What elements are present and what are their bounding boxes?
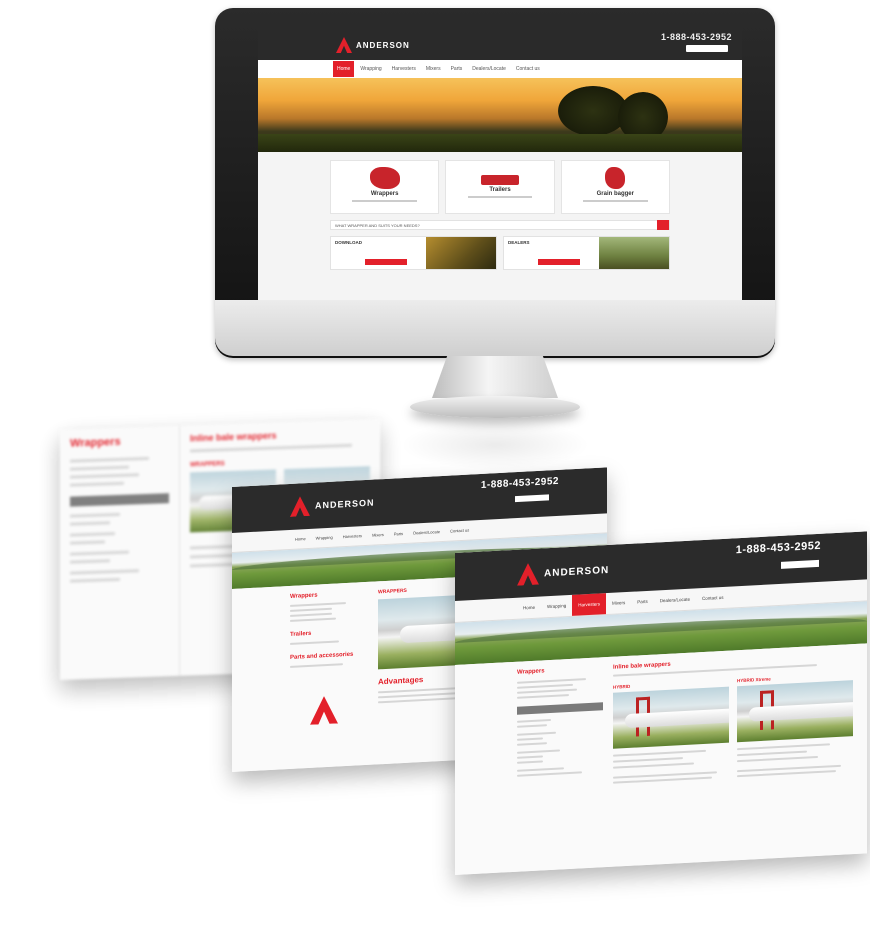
search-input[interactable] [686, 45, 728, 52]
search-input[interactable] [781, 559, 819, 569]
nav-parts[interactable]: Parts [389, 524, 408, 544]
nav-dealers[interactable]: Dealers/Locate [654, 588, 696, 611]
anderson-logo[interactable]: ANDERSON [517, 559, 609, 586]
nav-parts[interactable]: Parts [631, 591, 654, 613]
product-card-trailers[interactable]: Trailers [445, 160, 555, 214]
product-subline [583, 200, 648, 202]
anderson-a-icon [310, 695, 338, 724]
bale-wrapper-icon [369, 167, 400, 189]
monitor-stand-base [410, 396, 580, 418]
product-label: Grain bagger [596, 191, 634, 197]
nav-mixers[interactable]: Mixers [422, 61, 445, 77]
logo-wordmark: ANDERSON [356, 40, 410, 50]
sidebar-section: Parts and accessories [290, 651, 354, 661]
nav-home[interactable]: Home [333, 61, 355, 77]
product-card-grain-bagger[interactable]: Grain bagger [560, 160, 670, 214]
sidebar: Wrappers Trailers Parts and accessories [232, 582, 372, 772]
finder-text: WHAT WRAPPER AND SUITS YOUR NEEDS? [335, 223, 420, 228]
promo-download[interactable]: DOWNLOAD [330, 236, 497, 270]
phone-number: 1-888-453-2952 [660, 32, 732, 42]
monitor-screen: ANDERSON 1-888-453-2952 Home Wrapping Ha… [258, 28, 742, 300]
anderson-a-icon [517, 563, 539, 586]
sidebar: Wrappers [455, 657, 607, 875]
sidebar-title: Wrappers [517, 668, 545, 676]
nav-contact[interactable]: Contact us [445, 520, 474, 541]
nav-parts[interactable]: Parts [447, 61, 467, 77]
nav-wrapping[interactable]: Wrapping [311, 527, 338, 547]
hero-sunset-image [258, 78, 742, 152]
sidebar-section: Trailers [290, 630, 312, 638]
phone-number: 1-888-453-2952 [735, 539, 821, 557]
search-input[interactable] [515, 494, 549, 503]
tree-silhouette [558, 86, 628, 136]
monitor-stand-neck [432, 356, 558, 398]
content: Inline bale wrappers HYBRID HYBRID Xtrem… [607, 643, 867, 867]
logo-wordmark: ANDERSON [315, 497, 375, 511]
nav-harvesters[interactable]: Harvesters [338, 526, 367, 547]
phone-number: 1-888-453-2952 [480, 475, 559, 491]
grain-bagger-icon [605, 167, 626, 189]
content-title: Inline bale wrappers [190, 430, 277, 444]
product-label: Trailers [489, 187, 511, 193]
anderson-logo[interactable]: ANDERSON [336, 37, 410, 53]
bale-wrapper-photo [737, 680, 853, 743]
sidebar-title: Wrappers [290, 592, 318, 600]
finder-arrow-icon[interactable] [657, 220, 669, 230]
product-finder-bar[interactable]: WHAT WRAPPER AND SUITS YOUR NEEDS? [330, 220, 670, 230]
nav-home[interactable]: Home [290, 529, 311, 549]
promo-button[interactable] [538, 259, 580, 265]
bale-wrapper-photo [613, 686, 729, 749]
nav-mixers[interactable]: Mixers [606, 592, 631, 614]
product-cards: Wrappers Trailers Grain bagger [258, 152, 742, 214]
hero-field [258, 134, 742, 152]
nav-dealers[interactable]: Dealers/Locate [408, 522, 445, 543]
nav-harvesters[interactable]: Harvesters [388, 61, 420, 77]
product-subline [467, 196, 533, 198]
card-title: WRAPPERS [190, 461, 225, 469]
anderson-a-icon [290, 496, 310, 517]
nav-harvesters[interactable]: Harvesters [572, 593, 606, 616]
product-card-wrappers[interactable]: Wrappers [330, 160, 440, 214]
logo-wordmark: ANDERSON [544, 564, 610, 579]
product-card[interactable]: HYBRID [613, 679, 729, 784]
sidebar-title: Wrappers [70, 435, 121, 450]
product-mockup-stage: ANDERSON 1-888-453-2952 Home Wrapping Ha… [0, 0, 870, 935]
promo-button[interactable] [365, 259, 407, 265]
trailer-icon [480, 175, 519, 185]
anderson-a-icon [336, 37, 352, 53]
anderson-logo[interactable]: ANDERSON [290, 493, 375, 517]
promo-image [599, 237, 669, 269]
nav-dealers[interactable]: Dealers/Locate [468, 61, 510, 77]
nav-contact[interactable]: Contact us [512, 61, 544, 77]
product-card[interactable]: HYBRID Xtreme [737, 672, 853, 778]
nav-wrapping[interactable]: Wrapping [356, 61, 385, 77]
site-header: ANDERSON 1-888-453-2952 [258, 28, 742, 60]
promo-row: DOWNLOAD DEALERS [258, 230, 742, 270]
promo-image [426, 237, 496, 269]
page-preview-front: ANDERSON 1-888-453-2952 Home Wrapping Ha… [455, 531, 867, 875]
nav-contact[interactable]: Contact us [696, 587, 730, 610]
sidebar: Wrappers [60, 425, 180, 680]
stand-shadow [400, 420, 590, 470]
filter-header [517, 702, 603, 715]
nav-mixers[interactable]: Mixers [367, 525, 389, 545]
product-label: Wrappers [370, 191, 399, 197]
nav-wrapping[interactable]: Wrapping [541, 595, 572, 618]
monitor-chin [215, 300, 775, 356]
product-subline [352, 200, 417, 202]
main-nav: Home Wrapping Harvesters Mixers Parts De… [258, 60, 742, 78]
promo-dealers[interactable]: DEALERS [503, 236, 670, 270]
nav-home[interactable]: Home [517, 596, 541, 618]
